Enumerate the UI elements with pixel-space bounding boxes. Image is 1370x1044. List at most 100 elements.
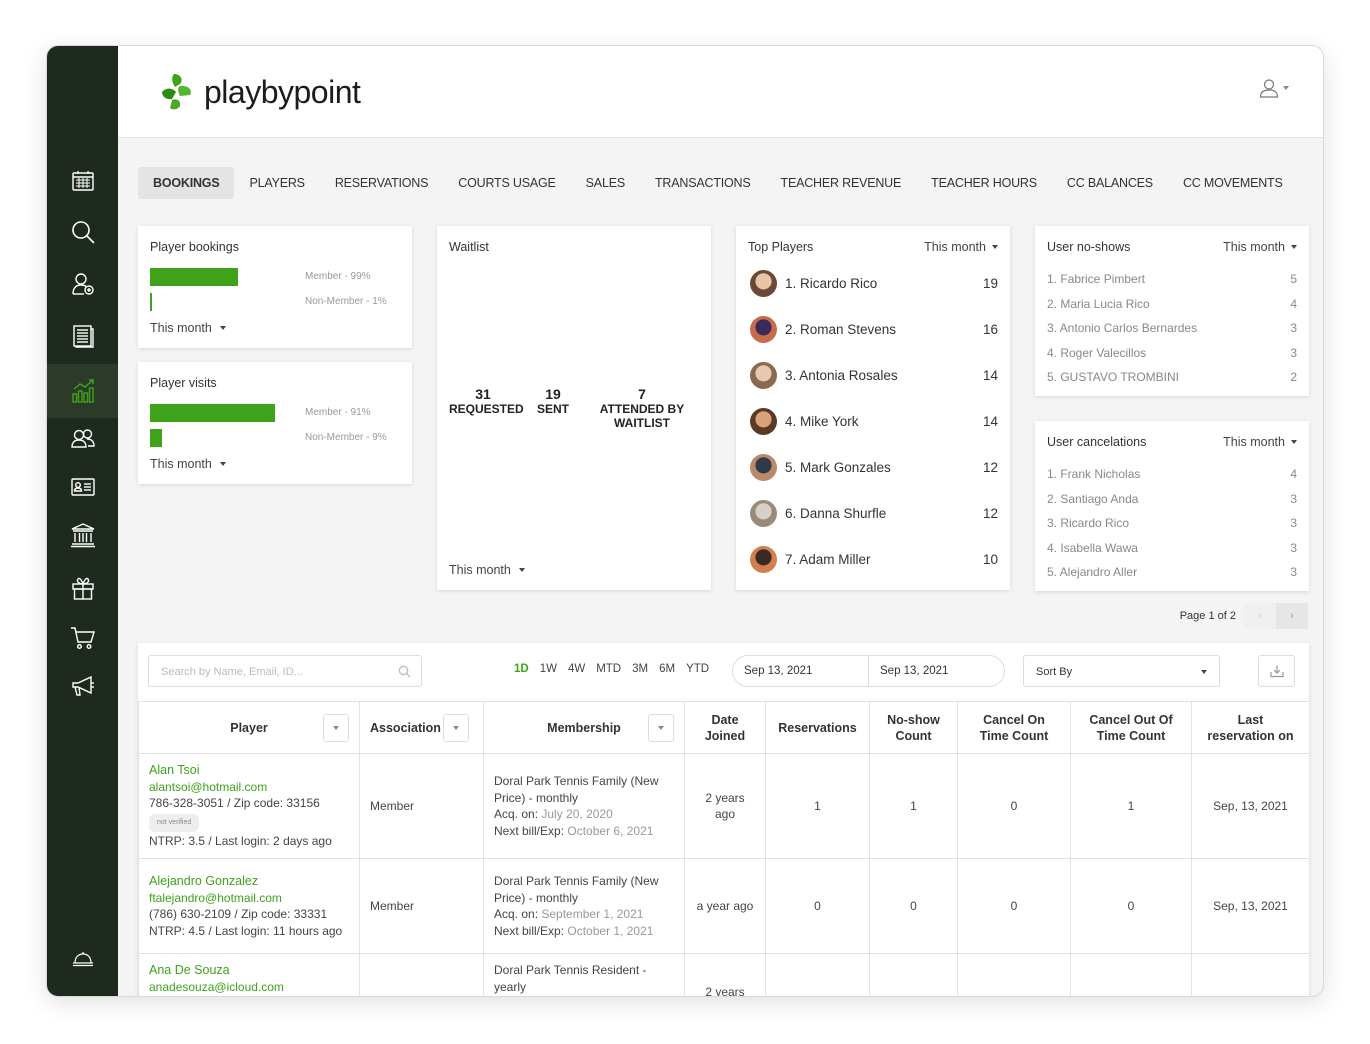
range-3m[interactable]: 3M bbox=[632, 663, 648, 675]
tab-transactions[interactable]: TRANSACTIONS bbox=[640, 167, 766, 199]
list-item[interactable]: 1. Fabrice Pimbert 5 bbox=[1047, 272, 1297, 286]
tab-sales[interactable]: SALES bbox=[571, 167, 640, 199]
player-email-link[interactable]: ftalejandro@hotmail.com bbox=[149, 890, 349, 907]
col-cancel-on-time[interactable]: Cancel On Time Count bbox=[957, 701, 1071, 754]
table-row[interactable]: Alan Tsoi alantsoi@hotmail.com 786-328-3… bbox=[138, 753, 1309, 859]
list-item[interactable]: 5. GUSTAVO TROMBINI 2 bbox=[1047, 370, 1297, 384]
col-last-reservation[interactable]: Last reservation on bbox=[1191, 701, 1309, 754]
service-bell-icon[interactable] bbox=[47, 938, 118, 978]
next-page-button[interactable]: › bbox=[1276, 603, 1308, 629]
users-icon[interactable] bbox=[47, 419, 118, 459]
list-item-name: 3. Ricardo Rico bbox=[1047, 516, 1130, 530]
table-row[interactable]: Ana De Souza anadesouza@icloud.com Doral… bbox=[138, 953, 1309, 996]
calendar-icon[interactable] bbox=[47, 161, 118, 201]
list-item[interactable]: 3. Antonio Carlos Bernardes 3 bbox=[1047, 321, 1297, 335]
analytics-icon[interactable] bbox=[47, 364, 118, 418]
tab-bookings[interactable]: BOOKINGS bbox=[138, 167, 235, 199]
period-filter[interactable]: This month bbox=[1223, 435, 1297, 449]
player-email-link[interactable]: alantsoi@hotmail.com bbox=[149, 779, 349, 796]
cart-icon[interactable] bbox=[47, 618, 118, 658]
tab-cc-balances[interactable]: CC BALANCES bbox=[1052, 167, 1168, 199]
col-noshow[interactable]: No-show Count bbox=[869, 701, 958, 754]
verification-badge: not verified bbox=[149, 813, 200, 833]
table-row[interactable]: Alejandro Gonzalez ftalejandro@hotmail.c… bbox=[138, 858, 1309, 954]
col-date-joined[interactable]: Date Joined bbox=[684, 701, 766, 754]
tab-reservations[interactable]: RESERVATIONS bbox=[320, 167, 443, 199]
top-player-item[interactable]: 1. Ricardo Rico 19 bbox=[750, 268, 998, 298]
list-item[interactable]: 3. Ricardo Rico 3 bbox=[1047, 516, 1297, 530]
top-player-item[interactable]: 7. Adam Miller 10 bbox=[750, 544, 998, 574]
period-filter[interactable]: This month bbox=[1223, 240, 1297, 254]
tab-teacher-hours[interactable]: TEACHER HOURS bbox=[916, 167, 1052, 199]
member-bar bbox=[150, 268, 238, 286]
logo[interactable]: playbypoint bbox=[158, 72, 361, 112]
period-filter[interactable]: This month bbox=[449, 563, 525, 577]
avatar bbox=[750, 407, 777, 435]
list-item-name: 1. Fabrice Pimbert bbox=[1047, 272, 1146, 286]
list-item[interactable]: 2. Maria Lucia Rico 4 bbox=[1047, 297, 1297, 311]
megaphone-icon[interactable] bbox=[47, 666, 118, 706]
list-item-count: 3 bbox=[1290, 491, 1297, 506]
tab-teacher-revenue[interactable]: TEACHER REVENUE bbox=[766, 167, 917, 199]
prev-page-button[interactable]: ‹ bbox=[1244, 603, 1276, 629]
sort-select[interactable]: Sort By bbox=[1023, 655, 1220, 687]
sent-label: SENT bbox=[536, 402, 569, 416]
player-visits-card: Player visits Member - 91% Non-Member - … bbox=[138, 362, 412, 484]
range-mtd[interactable]: MTD bbox=[596, 663, 621, 675]
col-reservations[interactable]: Reservations bbox=[765, 701, 870, 754]
list-item[interactable]: 4. Isabella Wawa 3 bbox=[1047, 541, 1297, 555]
range-1w[interactable]: 1W bbox=[540, 663, 557, 675]
range-ytd[interactable]: YTD bbox=[686, 663, 709, 675]
col-cancel-out-of-time[interactable]: Cancel Out Of Time Count bbox=[1070, 701, 1192, 754]
bank-icon[interactable] bbox=[47, 515, 118, 555]
date-from[interactable]: Sep 13, 2021 bbox=[733, 656, 868, 686]
player-name-link[interactable]: Ana De Souza bbox=[149, 962, 349, 979]
search-input[interactable]: Search by Name, Email, ID... bbox=[148, 655, 422, 687]
top-player-item[interactable]: 2. Roman Stevens 16 bbox=[750, 314, 998, 344]
tab-courts-usage[interactable]: COURTS USAGE bbox=[443, 167, 570, 199]
top-player-item[interactable]: 5. Mark Gonzales 12 bbox=[750, 452, 998, 482]
top-player-item[interactable]: 3. Antonia Rosales 14 bbox=[750, 360, 998, 390]
attended-label-line2: WAITLIST bbox=[614, 416, 670, 430]
search-icon[interactable] bbox=[47, 212, 118, 252]
player-filter-dropdown[interactable] bbox=[323, 714, 349, 742]
newspaper-icon[interactable] bbox=[47, 316, 118, 356]
top-player-item[interactable]: 6. Danna Shurfle 12 bbox=[750, 498, 998, 528]
top-player-item[interactable]: 4. Mike York 14 bbox=[750, 406, 998, 436]
period-filter[interactable]: This month bbox=[924, 240, 998, 254]
tab-players[interactable]: PLAYERS bbox=[234, 167, 319, 199]
id-card-icon[interactable] bbox=[47, 467, 118, 507]
range-1d[interactable]: 1D bbox=[514, 663, 529, 675]
period-filter[interactable]: This month bbox=[150, 321, 226, 335]
cancel-out-cell: 0 bbox=[1070, 858, 1192, 954]
avatar bbox=[750, 269, 777, 297]
range-4w[interactable]: 4W bbox=[568, 663, 585, 675]
range-6m[interactable]: 6M bbox=[659, 663, 675, 675]
col-player[interactable]: Player bbox=[138, 701, 360, 754]
cancel-on-cell: 0 bbox=[957, 753, 1071, 859]
page-indicator: Page 1 of 2 bbox=[1179, 610, 1236, 622]
chevron-down-icon bbox=[1283, 86, 1289, 90]
association-filter-dropdown[interactable] bbox=[443, 714, 469, 742]
membership-filter-dropdown[interactable] bbox=[648, 714, 674, 742]
user-menu[interactable] bbox=[1259, 78, 1289, 98]
player-name-link[interactable]: Alejandro Gonzalez bbox=[149, 873, 349, 890]
list-item[interactable]: 1. Frank Nicholas 4 bbox=[1047, 467, 1297, 481]
avatar bbox=[750, 361, 777, 389]
list-item[interactable]: 4. Roger Valecillos 3 bbox=[1047, 346, 1297, 360]
date-to[interactable]: Sep 13, 2021 bbox=[868, 656, 1004, 686]
player-email-link[interactable]: anadesouza@icloud.com bbox=[149, 979, 349, 996]
download-button[interactable] bbox=[1258, 655, 1295, 687]
col-association[interactable]: Association bbox=[359, 701, 484, 754]
col-membership[interactable]: Membership bbox=[483, 701, 685, 754]
top-player-name: 4. Mike York bbox=[785, 413, 859, 429]
membership-line1: Doral Park Tennis Resident - bbox=[494, 963, 647, 977]
player-name-link[interactable]: Alan Tsoi bbox=[149, 762, 349, 779]
tab-cc-movements[interactable]: CC MOVEMENTS bbox=[1168, 167, 1298, 199]
period-filter[interactable]: This month bbox=[150, 457, 226, 471]
gift-icon[interactable] bbox=[47, 568, 118, 608]
player-ntrp: NTRP: 4.5 / Last login: 11 hours ago bbox=[149, 923, 343, 938]
add-user-icon[interactable] bbox=[47, 264, 118, 304]
list-item[interactable]: 5. Alejandro Aller 3 bbox=[1047, 565, 1297, 579]
list-item[interactable]: 2. Santiago Anda 3 bbox=[1047, 492, 1297, 506]
